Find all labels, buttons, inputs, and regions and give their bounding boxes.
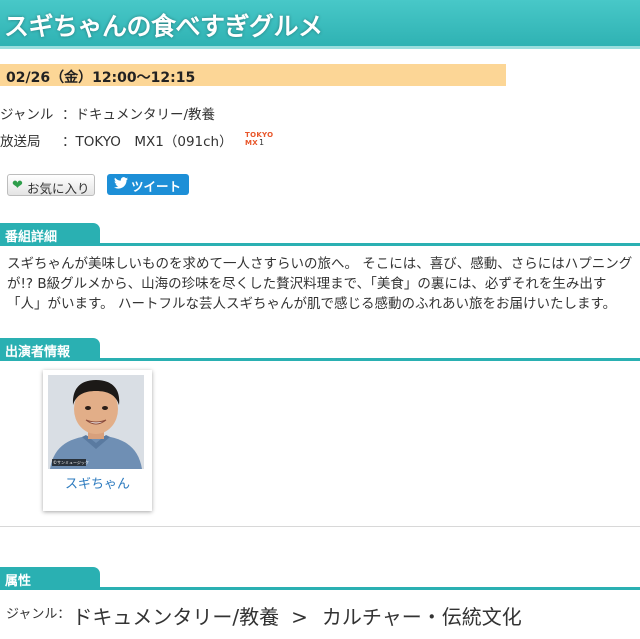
cast-card[interactable]: ©サンミュージック スギちゃん	[43, 370, 152, 511]
genre-row: ジャンル ：ドキュメンタリー/教養	[0, 103, 215, 123]
genre-value: ：ドキュメンタリー/教養	[62, 107, 216, 123]
station-label: 放送局	[0, 134, 41, 150]
cast-section-tab: 出演者情報	[0, 338, 100, 360]
cast-name[interactable]: スギちゃん	[43, 473, 152, 492]
logo-line2: 1	[259, 138, 265, 147]
attribute-colon: ：	[57, 607, 71, 622]
twitter-bird-icon	[114, 177, 128, 189]
heart-icon: ❤	[12, 178, 23, 193]
favorite-label: お気に入り	[27, 181, 90, 196]
tokyo-mx-logo: TOKYO MX 1	[245, 131, 279, 147]
attribute-genre-row: ジャンル： ドキュメンタリー/教養 > カルチャー・伝統文化	[6, 601, 522, 630]
program-description: スギちゃんが美味しいものを求めて一人さすらいの旅へ。 そこには、喜び、感動、さら…	[7, 254, 640, 314]
attribute-genre-main[interactable]: ドキュメンタリー/教養	[72, 605, 279, 629]
attributes-section-tab: 属性	[0, 567, 100, 589]
program-title: スギちゃんの食べすぎグルメ	[4, 12, 323, 41]
attribute-genre-label: ジャンル	[6, 607, 58, 622]
details-section-line	[0, 243, 640, 246]
airtime-text: 02/26（金）12:00〜12:15	[6, 70, 196, 86]
photo-credit: ©サンミュージック	[53, 460, 89, 465]
tweet-button[interactable]: ツイート	[107, 174, 189, 195]
cast-portrait-image	[48, 375, 144, 469]
station-value: ：TOKYO MX1（091ch）	[62, 134, 233, 150]
tweet-label: ツイート	[131, 179, 182, 194]
genre-label: ジャンル	[0, 107, 54, 123]
details-section-tab: 番組詳細	[0, 223, 100, 245]
station-row: 放送局 ：TOKYO MX1（091ch）	[0, 130, 233, 150]
description-line: スギちゃんが美味しいものを求めて一人さすらいの旅へ。 そこには、喜び、感動、さら…	[7, 256, 633, 272]
cast-photo: ©サンミュージック	[48, 375, 144, 469]
cast-section-line	[0, 358, 640, 361]
attributes-section-line	[0, 587, 640, 590]
title-bar: スギちゃんの食べすぎグルメ	[0, 0, 640, 49]
description-line: が!? B級グルメから、山海の珍味を尽くした贅沢料理まで、「美食」の裏には、必ず…	[7, 276, 607, 292]
favorite-button[interactable]: ❤ お気に入り	[7, 174, 95, 196]
divider	[0, 526, 640, 527]
description-line: 「人」がいます。 ハートフルな芸人スギちゃんが肌で感じる感動のふれあい旅をお届け…	[7, 296, 617, 312]
airtime-bar: 02/26（金）12:00〜12:15	[0, 64, 506, 86]
attribute-genre-sub[interactable]: カルチャー・伝統文化	[322, 605, 522, 629]
breadcrumb-separator: >	[291, 605, 308, 629]
